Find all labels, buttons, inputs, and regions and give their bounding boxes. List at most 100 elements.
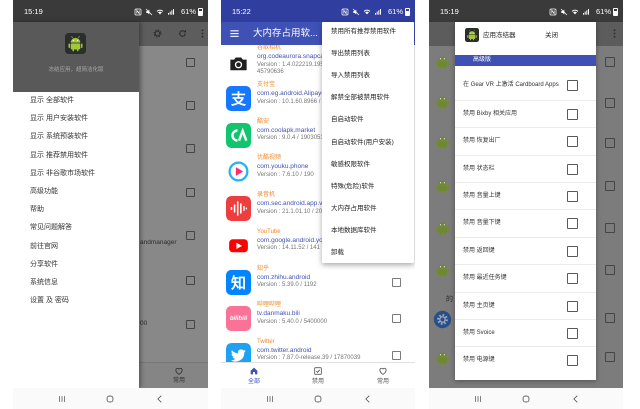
overflow-menu-item[interactable]: 禁用所有推荐禁用软件 (322, 25, 414, 39)
dialog-option-checkbox[interactable] (567, 108, 578, 120)
drawer-menu-item[interactable]: 设置 及 密码 (13, 295, 139, 307)
dialog-option-checkbox[interactable] (567, 163, 578, 175)
home-button-icon[interactable] (105, 394, 115, 404)
status-bar: 15:22 61% (221, 0, 415, 22)
youtube-icon (226, 232, 251, 258)
drawer-menu-item[interactable]: 显示 全部软件 (13, 95, 139, 107)
app-name: 优酷视频 (257, 155, 282, 162)
dialog-option-row[interactable]: 禁用 Bixby 相关应用 (455, 99, 596, 127)
back-icon[interactable] (155, 394, 165, 404)
nfc-icon (549, 8, 557, 16)
drawer-menu-item[interactable]: 显示 用户安装软件 (13, 113, 139, 125)
back-icon[interactable] (363, 394, 373, 404)
recents-icon[interactable] (57, 394, 67, 404)
app-name: 支付宝 (257, 82, 276, 88)
battery-level: 61% (387, 7, 403, 16)
close-button[interactable]: 关闭 (545, 32, 558, 40)
mute-icon (145, 8, 153, 16)
checkbox (186, 276, 195, 285)
drawer-menu-item[interactable]: 常见问题解答 (13, 222, 139, 234)
dialog-option-row[interactable]: 禁用 音量上键 (455, 181, 596, 209)
back-icon[interactable] (571, 394, 581, 404)
bottom-nav-tab[interactable]: 全部 (234, 363, 274, 389)
overflow-menu-item-label: 本地数据库软件 (331, 226, 377, 234)
app-list-item[interactable]: Twitter com.twitter.android Version : 7.87… (221, 337, 415, 362)
dialog-option-row[interactable]: 禁用 音量下键 (455, 209, 596, 236)
status-time: 15:19 (440, 7, 459, 16)
dialog-option-row[interactable]: 禁用 状态栏 (455, 154, 596, 182)
dialog-option-checkbox[interactable] (567, 218, 578, 230)
bottom-nav-tab-label: 常用 (376, 379, 389, 385)
home-button-icon[interactable] (521, 394, 531, 404)
dialog-option-checkbox[interactable] (567, 245, 578, 257)
recents-icon[interactable] (473, 394, 483, 404)
home-button-icon[interactable] (313, 394, 323, 404)
drawer-menu-item[interactable]: 显示 非谷歌市场软件 (13, 168, 139, 180)
drawer-menu-item[interactable]: 前往官网 (13, 241, 139, 253)
dialog-option-checkbox[interactable] (567, 327, 578, 339)
dialog-option-label: 禁用 电源键 (463, 357, 495, 364)
overflow-menu-item-label: 敏感权限软件 (331, 160, 370, 168)
dialog-option-row[interactable]: 禁用 最近任务键 (455, 264, 596, 291)
app-icon-logo-text: bilibili (229, 315, 248, 322)
overflow-menu-item[interactable]: 解禁全部被禁用软件 (322, 91, 414, 105)
bottom-nav-tab[interactable]: 常用 (363, 363, 403, 389)
heart-icon[interactable] (174, 366, 184, 376)
app-package-name: com.google.android.yout (257, 236, 329, 244)
overflow-menu-item[interactable]: 导出禁用列表 (322, 47, 414, 61)
dialog-option-label: 禁用 返回键 (463, 247, 495, 254)
mute-icon (560, 8, 568, 16)
refresh-icon[interactable] (177, 28, 188, 39)
app-name: 录音机 (257, 192, 276, 199)
drawer-menu-item[interactable]: 系统信息 (13, 277, 139, 289)
overflow-menu-item[interactable]: 自启动软件(用户安装) (322, 136, 414, 150)
drawer-menu-item-label: 高级功能 (30, 188, 58, 195)
status-bar: 15:19 61% (13, 0, 208, 22)
dialog-option-row[interactable]: 禁用 主页键 (455, 291, 596, 319)
app-select-checkbox[interactable] (392, 277, 401, 287)
dialog-option-checkbox[interactable] (567, 136, 578, 148)
overflow-menu-item[interactable]: 大内存占用软件 (322, 202, 414, 216)
dialog-option-row[interactable]: 禁用 恢复出厂 (455, 127, 596, 154)
android-icon (433, 52, 452, 71)
drawer-menu-item[interactable]: 高级功能 (13, 186, 139, 198)
overflow-menu-item[interactable]: 导入禁用列表 (322, 69, 414, 83)
gear-icon[interactable] (152, 28, 163, 39)
checkbox (186, 101, 195, 110)
dialog-option-row[interactable]: 在 Gear VR 上激活 Cardboard Apps (455, 72, 596, 99)
bottom-nav-tab[interactable]: 禁用 (298, 363, 338, 389)
drawer-menu-item[interactable]: 分享软件 (13, 259, 139, 271)
overflow-menu-item[interactable]: 本地数据库软件 (322, 224, 414, 238)
dialog-option-checkbox[interactable] (567, 273, 578, 285)
app-select-checkbox[interactable] (392, 314, 401, 324)
dialog-option-checkbox[interactable] (567, 355, 578, 367)
dialog-option-checkbox[interactable] (567, 190, 578, 202)
app-version: Version : 7.87.0-release.39 / 17870039 (257, 355, 361, 362)
wifi-icon (363, 8, 371, 16)
drawer-menu-item[interactable]: 显示 推荐禁用软件 (13, 150, 139, 162)
recents-icon[interactable] (265, 394, 275, 404)
system-nav-bar (13, 388, 208, 409)
app-select-checkbox[interactable] (392, 350, 401, 360)
more-icon[interactable] (197, 28, 208, 39)
drawer-menu-item[interactable]: 帮助 (13, 204, 139, 216)
overflow-menu-item[interactable]: 卸载 (322, 246, 414, 260)
dialog-option-checkbox[interactable] (567, 300, 578, 312)
camera-icon (227, 52, 250, 75)
app-list-item[interactable]: 知 知乎 com.zhihu.android Version : 5.39.0 / 1… (221, 264, 415, 301)
wifi-icon (571, 8, 579, 16)
dialog-option-row[interactable]: 禁用 电源键 (455, 346, 596, 373)
overflow-menu-item[interactable]: 敏感权限软件 (322, 158, 414, 172)
menu-icon[interactable] (229, 28, 240, 39)
dialog-option-label: 禁用 恢复出厂 (463, 138, 501, 145)
section-header: 高级版 (455, 55, 596, 66)
dialog-option-checkbox[interactable] (567, 80, 578, 92)
dialog-option-row[interactable]: 禁用 返回键 (455, 236, 596, 264)
dialog-option-row[interactable]: 禁用 Svoice (455, 318, 596, 346)
section-header-label: 高级版 (473, 57, 492, 63)
drawer-menu-item[interactable]: 显示 系统预装软件 (13, 131, 139, 143)
app-list-item[interactable]: bilibili 哔哩哔哩 tv.danmaku.bili Version : 5.4… (221, 300, 415, 337)
overflow-menu-item[interactable]: 自启动软件 (322, 113, 414, 127)
list-text-fragment: 00 (140, 320, 148, 327)
overflow-menu-item[interactable]: 特殊(危险)软件 (322, 180, 414, 194)
